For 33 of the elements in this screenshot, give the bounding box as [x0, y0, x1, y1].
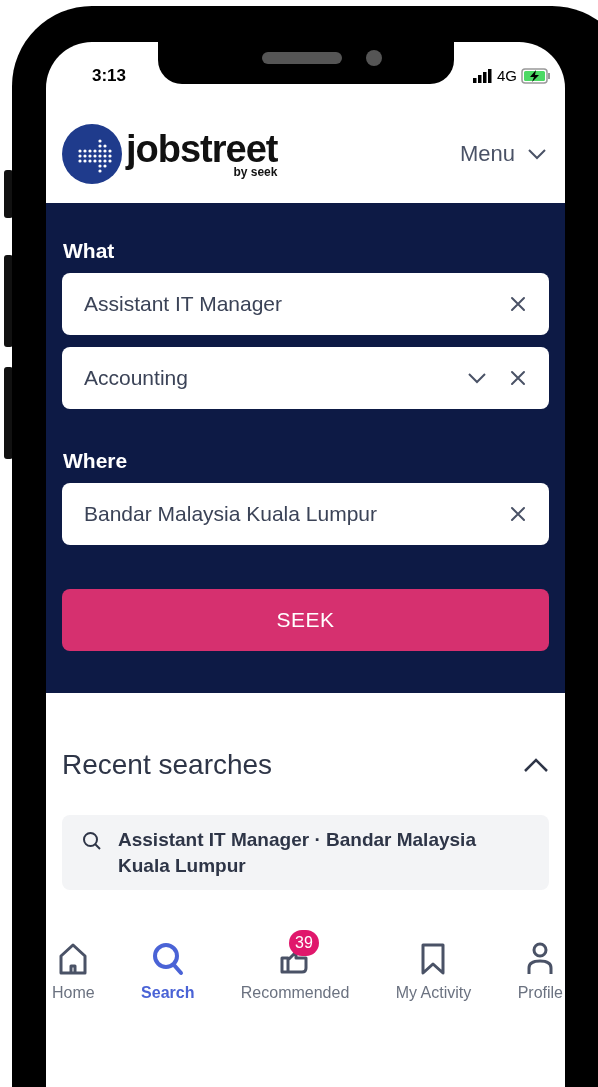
nav-tab[interactable]: Search: [141, 930, 195, 1003]
signal-icon: [473, 68, 493, 83]
section-title: Recent searches: [62, 749, 273, 781]
network-type: 4G: [497, 67, 517, 84]
nav-tab[interactable]: Home: [52, 930, 95, 1003]
nav-tab[interactable]: 39 Recommended: [240, 930, 350, 1003]
chevron-down-icon[interactable]: [467, 372, 487, 384]
classification-dropdown[interactable]: Accounting: [62, 347, 549, 409]
seek-button[interactable]: SEEK: [62, 589, 549, 651]
clear-icon[interactable]: [509, 295, 527, 313]
clear-icon[interactable]: [509, 369, 527, 387]
search-icon: [151, 942, 184, 977]
what-label: What: [63, 239, 116, 263]
menu-button[interactable]: Menu: [459, 141, 547, 167]
search-icon: [82, 831, 102, 851]
where-label: Where: [63, 449, 129, 473]
logo-wordmark: jobstreet: [126, 130, 278, 168]
battery-charging-icon: [521, 67, 551, 84]
clear-icon[interactable]: [509, 505, 527, 523]
status-time: 3:13: [92, 65, 127, 86]
front-camera: [366, 50, 382, 66]
chevron-down-icon: [527, 148, 547, 160]
count-badge: 39: [289, 930, 319, 957]
recent-search-item[interactable]: Assistant IT Manager · Bandar Malaysia Kuala Lumpur: [62, 815, 549, 891]
profile-icon: [526, 942, 555, 977]
home-icon: [58, 942, 89, 977]
location-field[interactable]: Bandar Malaysia Kuala Lumpur: [62, 483, 549, 545]
keyword-field[interactable]: Assistant IT Manager: [62, 273, 549, 335]
nav-tab[interactable]: My Activity: [395, 930, 472, 1003]
collapse-toggle[interactable]: [523, 757, 549, 773]
nav-tab[interactable]: Profile: [517, 930, 563, 1003]
logo-icon: [62, 124, 122, 184]
bookmark-icon: [420, 942, 447, 977]
